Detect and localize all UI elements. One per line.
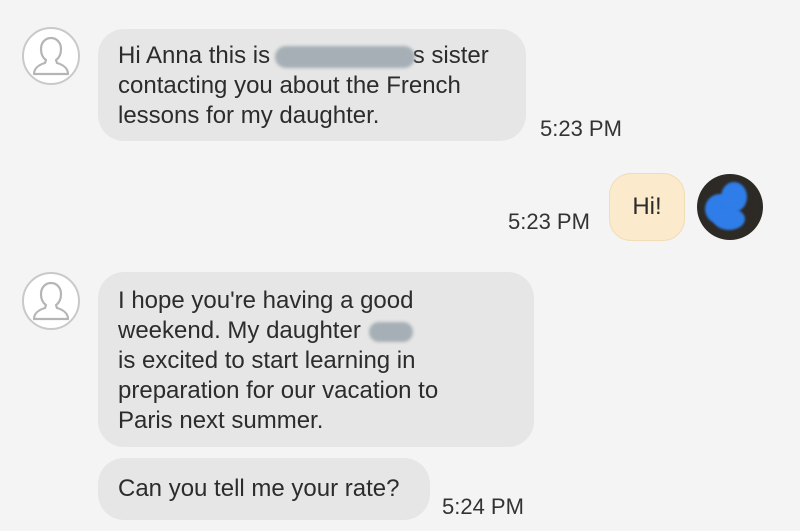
message-text: lessons for my daughter. <box>118 102 380 129</box>
message-text: preparation for our vacation to <box>118 377 439 404</box>
person-outline-icon <box>32 36 70 76</box>
message-timestamp: 5:23 PM <box>540 116 622 141</box>
message-text: is excited to start learning in <box>118 347 416 374</box>
chat-thread: Hi Anna this is s sister contacting you … <box>0 0 800 531</box>
outgoing-message[interactable]: Hi! <box>609 173 685 241</box>
user-avatar[interactable] <box>697 174 763 240</box>
message-timestamp: 5:24 PM <box>442 494 524 519</box>
message-text: Paris next summer. <box>118 407 324 434</box>
incoming-message-2[interactable]: I hope you're having a good weekend. My … <box>98 272 534 447</box>
contact-avatar[interactable] <box>22 272 80 330</box>
incoming-message-3[interactable]: Can you tell me your rate? <box>98 458 430 520</box>
message-text: Hi Anna this is <box>118 42 271 69</box>
avatar-photo-blur <box>713 208 745 230</box>
message-text: Can you tell me your rate? <box>118 475 400 502</box>
person-outline-icon <box>32 281 70 321</box>
incoming-message-1[interactable]: Hi Anna this is s sister contacting you … <box>98 29 526 141</box>
redacted-name <box>274 45 415 68</box>
message-text: contacting you about the French <box>118 72 461 99</box>
message-text: Hi! <box>632 193 662 220</box>
message-text: s sister <box>412 42 489 69</box>
redacted-name <box>369 321 414 342</box>
message-timestamp: 5:23 PM <box>508 209 590 234</box>
contact-avatar[interactable] <box>22 27 80 85</box>
message-text: weekend. My daughter <box>118 317 361 344</box>
message-text: I hope you're having a good <box>118 287 414 314</box>
